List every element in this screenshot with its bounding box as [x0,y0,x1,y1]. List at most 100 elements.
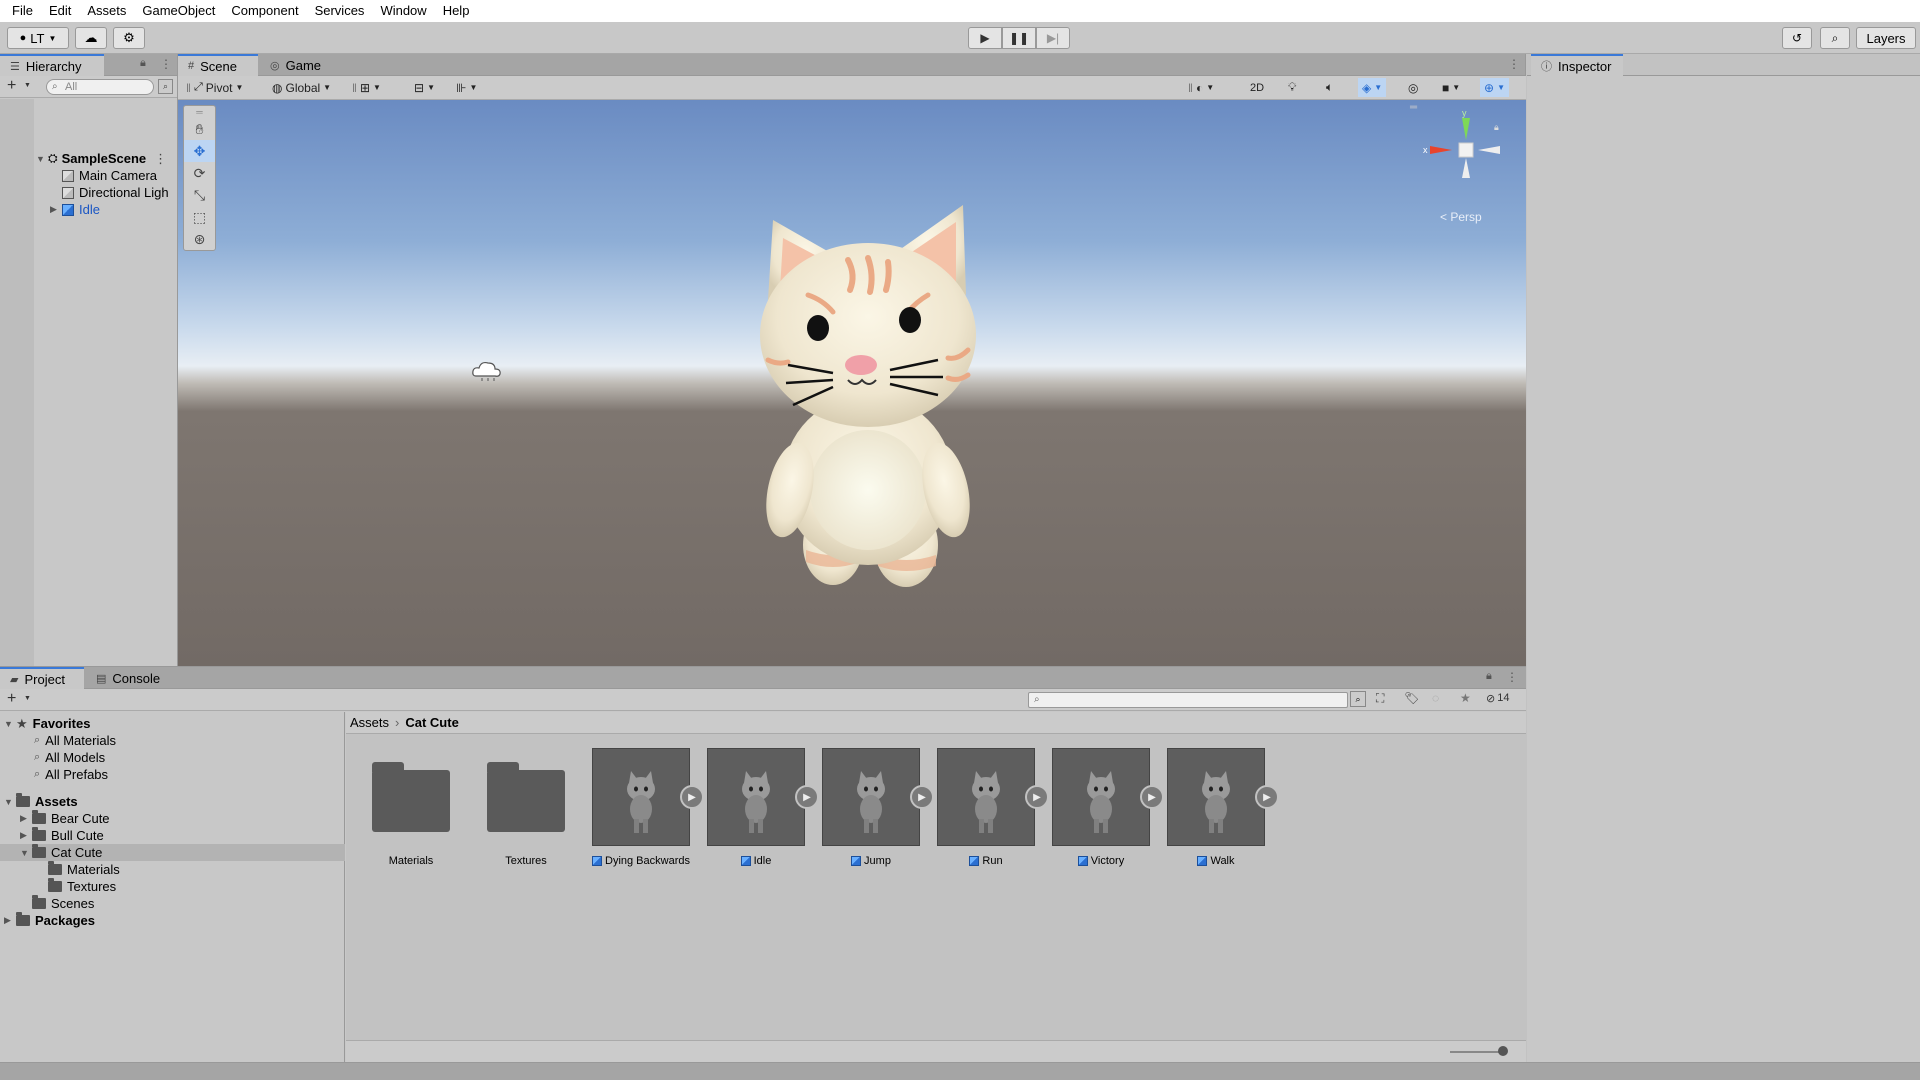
hierarchy-item-directional-light[interactable]: Directional Ligh [62,184,178,201]
more-menu-icon[interactable]: ⋮ [154,151,167,167]
asset-item-dying-backwards[interactable]: ▶ Dying Backwards [584,748,704,867]
label-tag-icon[interactable]: 🏷︎ [1404,691,1419,705]
search-button[interactable]: ⌕ [1820,27,1850,49]
tab-scene[interactable]: # Scene [178,54,258,76]
chevron-down-icon[interactable]: ▼ [24,695,31,702]
hierarchy-item-idle[interactable]: ▶ Idle [50,201,178,218]
menu-assets[interactable]: Assets [79,0,134,22]
tree-materials[interactable]: Materials [48,861,120,878]
asset-item-run[interactable]: ▶ Run [929,748,1049,867]
ruler-dropdown[interactable]: ⊪ ▼ [456,78,477,97]
zoom-slider-track[interactable] [1450,1051,1504,1053]
pause-button[interactable]: ❚❚ [1002,27,1036,49]
breadcrumb-assets[interactable]: Assets [350,715,389,730]
tab-inspector[interactable]: ⓘ Inspector [1531,54,1623,76]
tree-favorites[interactable]: ▼ ★ Favorites [4,715,344,732]
account-dropdown[interactable]: ● LT ▼ [7,27,69,49]
search-filter-icon[interactable]: ⌕ [1350,691,1366,707]
more-menu-icon[interactable]: ⋮ [1508,57,1520,71]
menu-help[interactable]: Help [435,0,478,22]
step-button[interactable]: ▶| [1036,27,1070,49]
perspective-label[interactable]: < Persp [1440,210,1482,224]
chevron-down-icon[interactable]: ▼ [24,82,31,89]
asset-item-jump[interactable]: ▶ Jump [814,748,934,867]
tab-console[interactable]: ▤ Console [86,667,176,689]
breadcrumb-cat-cute[interactable]: Cat Cute [405,715,458,730]
filter-log-icon[interactable]: ◌ [1432,691,1439,705]
gizmos-dropdown[interactable]: ⊕ ▼ [1480,78,1509,97]
2d-toggle[interactable]: 2D [1250,78,1264,97]
fold-open-icon[interactable]: ▼ [4,719,16,729]
lighting-toggle[interactable]: 💡︎ [1288,78,1296,97]
fold-closed-icon[interactable]: ▶ [20,813,32,824]
more-menu-icon[interactable]: ⋮ [160,57,172,71]
drag-handle-icon[interactable]: ═ [1410,102,1417,113]
play-button[interactable]: ▶ [968,27,1002,49]
menu-gameobject[interactable]: GameObject [134,0,223,22]
lock-icon[interactable]: 🔒︎ [1486,670,1492,683]
history-button[interactable]: ↺ [1782,27,1812,49]
tree-bull-cute[interactable]: ▶ Bull Cute [20,827,104,844]
scene-viewport[interactable]: ═ ✋︎ ✥ ⟳ ⤡ ⬚ ⊛ 🔒︎ x y < Persp ═ [178,100,1526,666]
filter-type-icon[interactable]: ⛶ [1376,691,1384,706]
menu-window[interactable]: Window [372,0,434,22]
tree-textures[interactable]: Textures [48,878,116,895]
rotate-tool-icon[interactable]: ⟳ [184,162,215,184]
hierarchy-item-main-camera[interactable]: Main Camera [62,167,178,184]
grid-snap-dropdown[interactable]: ‖ ⊞ ▼ [352,78,381,97]
fold-closed-icon[interactable]: ▶ [20,830,32,841]
tree-all-models[interactable]: ⌕ All Models [34,749,105,766]
rect-tool-icon[interactable]: ⬚ [184,206,215,228]
move-tool-icon[interactable]: ✥ [184,140,215,162]
tab-game[interactable]: ◎ Game [260,54,332,76]
fold-open-icon[interactable]: ▼ [36,154,48,164]
shading-mode-dropdown[interactable]: ‖ ◐ ▼ [1188,78,1214,97]
transform-tool-icon[interactable]: ⊛ [184,228,215,250]
hand-tool-icon[interactable]: ✋︎ [184,118,215,140]
asset-item-textures[interactable]: Textures [469,748,583,867]
tree-all-prefabs[interactable]: ⌕ All Prefabs [34,766,108,783]
layers-dropdown[interactable]: Layers [1856,27,1916,49]
fold-open-icon[interactable]: ▼ [20,848,32,858]
fold-closed-icon[interactable]: ▶ [50,204,62,215]
menu-component[interactable]: Component [223,0,306,22]
increment-snap-dropdown[interactable]: ⊟ ▼ [414,78,435,97]
effects-dropdown[interactable]: ◈ ▼ [1358,78,1387,97]
hierarchy-search-input[interactable]: ⌕ All [46,79,154,95]
collab-button[interactable]: ⚙ [113,27,145,49]
audio-toggle[interactable]: 🔈︎ [1326,78,1333,97]
create-plus-button[interactable]: + [7,690,16,708]
menu-services[interactable]: Services [307,0,373,22]
fold-closed-icon[interactable]: ▶ [4,915,16,926]
more-menu-icon[interactable]: ⋮ [1506,670,1518,684]
tree-packages[interactable]: ▶ Packages [4,912,95,929]
tree-all-materials[interactable]: ⌕ All Materials [34,732,116,749]
hidden-objects-toggle[interactable]: ◎ [1408,78,1418,97]
tree-scenes[interactable]: Scenes [32,895,94,912]
directional-light-gizmo-icon[interactable] [470,358,504,382]
tree-assets[interactable]: ▼ Assets [4,793,78,810]
menu-edit[interactable]: Edit [41,0,79,22]
tree-cat-cute[interactable]: ▼ Cat Cute [0,844,345,861]
asset-item-walk[interactable]: ▶ Walk [1159,748,1279,867]
cat-model[interactable] [738,200,998,600]
create-plus-button[interactable]: + [7,77,16,95]
tab-project[interactable]: ▰ Project [0,667,84,689]
orientation-gizmo[interactable]: 🔒︎ x y [1418,108,1518,208]
cloud-button[interactable]: ☁ [75,27,107,49]
zoom-slider-thumb[interactable] [1498,1046,1508,1056]
asset-item-victory[interactable]: ▶ Victory [1044,748,1164,867]
hidden-packages-toggle[interactable]: ⊘ 14 [1486,692,1509,705]
lock-icon[interactable]: 🔒︎ [140,57,146,70]
camera-dropdown[interactable]: ■ ▼ [1442,78,1460,97]
hierarchy-scene-row[interactable]: ▼ ⛭ SampleScene ⋮ [36,150,176,167]
fold-open-icon[interactable]: ▼ [4,797,16,807]
asset-item-idle[interactable]: ▶ Idle [699,748,819,867]
pivot-dropdown[interactable]: ‖ ⤢ Pivot ▼ [186,78,243,97]
play-preview-icon[interactable]: ▶ [1255,785,1279,809]
star-icon[interactable]: ★ [1460,691,1471,705]
menu-file[interactable]: File [4,0,41,22]
global-dropdown[interactable]: ◍ Global ▼ [272,78,331,97]
tab-hierarchy[interactable]: ☰ Hierarchy [0,54,104,76]
drag-handle-icon[interactable]: ═ [184,106,215,118]
